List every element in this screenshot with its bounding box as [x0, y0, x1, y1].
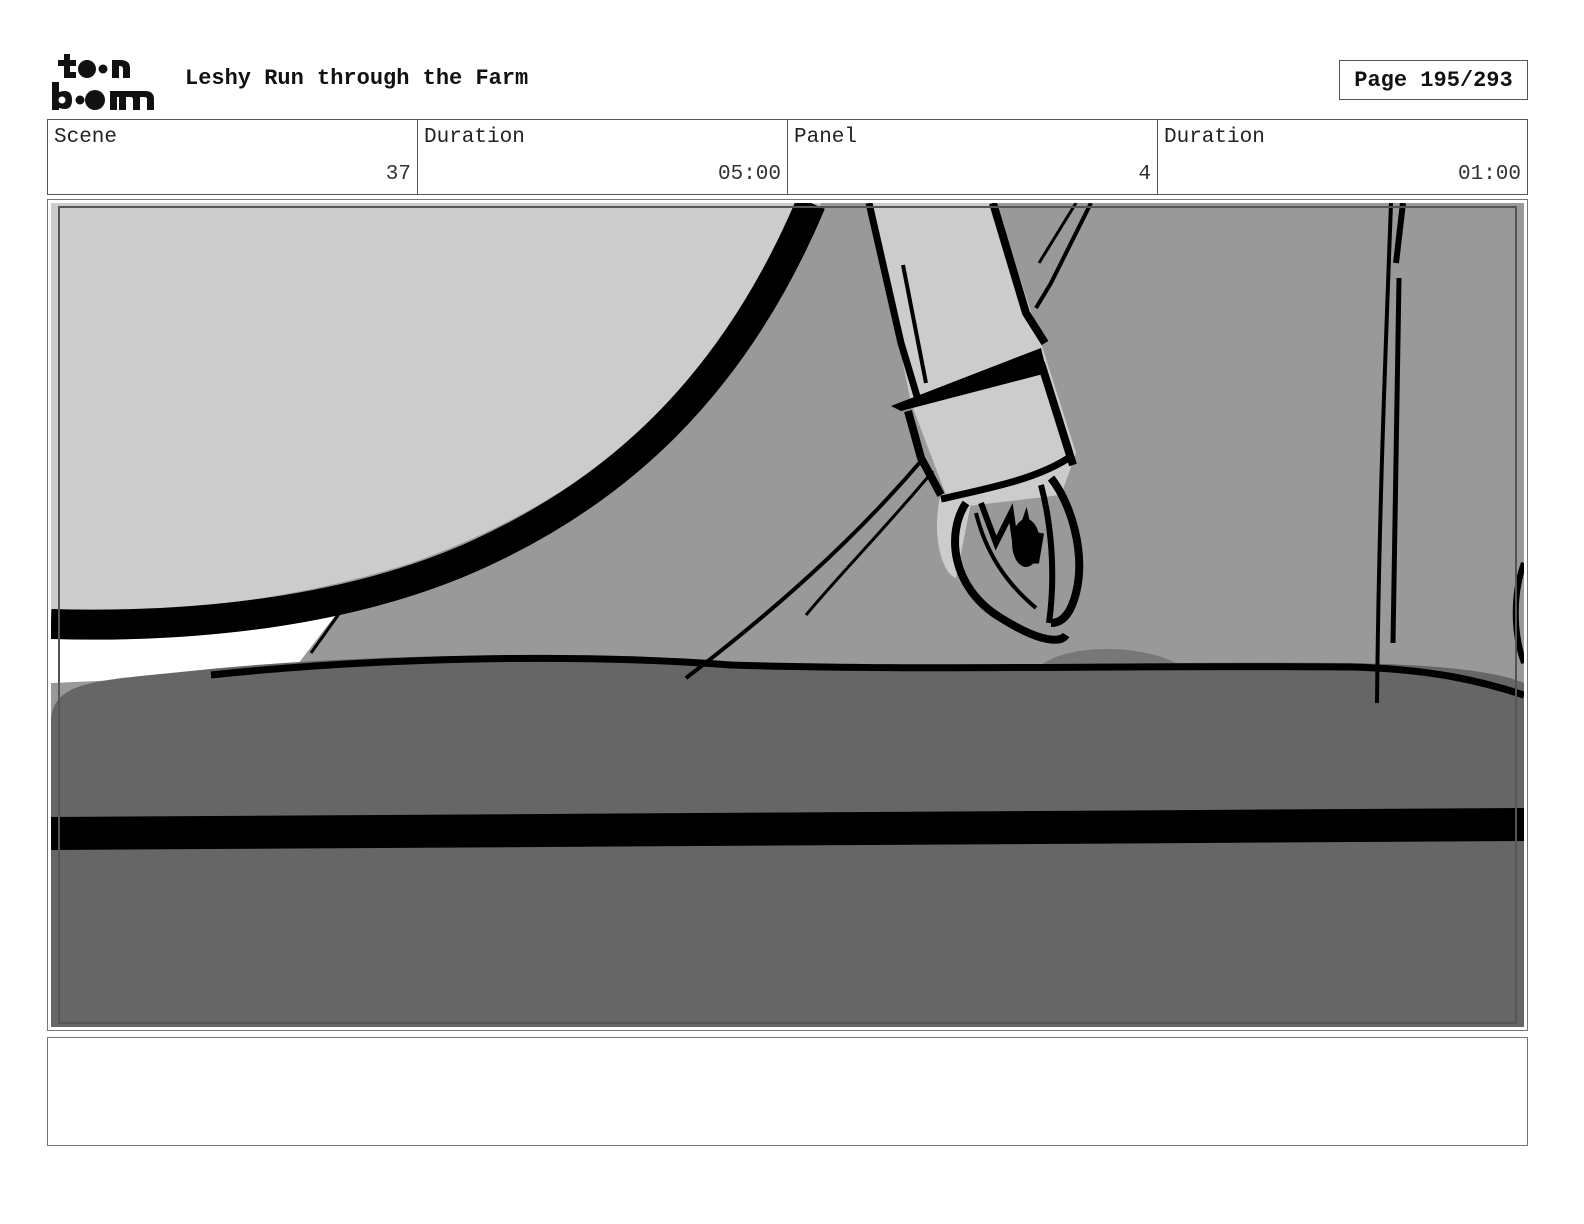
- panel-duration-value: 01:00: [1457, 163, 1521, 186]
- scene-label: Scene: [54, 126, 118, 149]
- project-title: Leshy Run through the Farm: [185, 66, 529, 91]
- scene-duration-value: 05:00: [717, 163, 781, 186]
- panel-value: 4: [1138, 163, 1151, 186]
- storyboard-panel-image: [51, 203, 1524, 1027]
- scene-value: 37: [385, 163, 411, 186]
- panel-duration-cell: Duration 01:00: [1157, 120, 1527, 194]
- scene-cell: Scene 37: [48, 120, 417, 194]
- page-number: Page 195/293: [1339, 60, 1528, 100]
- scene-duration-cell: Duration 05:00: [417, 120, 787, 194]
- panel-duration-label: Duration: [1164, 126, 1265, 149]
- panel-label: Panel: [794, 126, 858, 149]
- panel-notes-box: [47, 1037, 1528, 1146]
- panel-cell: Panel 4: [787, 120, 1157, 194]
- toonboom-logo: [52, 54, 154, 110]
- scene-duration-label: Duration: [424, 126, 525, 149]
- scene-info-table: Scene 37 Duration 05:00 Panel 4 Duration…: [47, 119, 1528, 195]
